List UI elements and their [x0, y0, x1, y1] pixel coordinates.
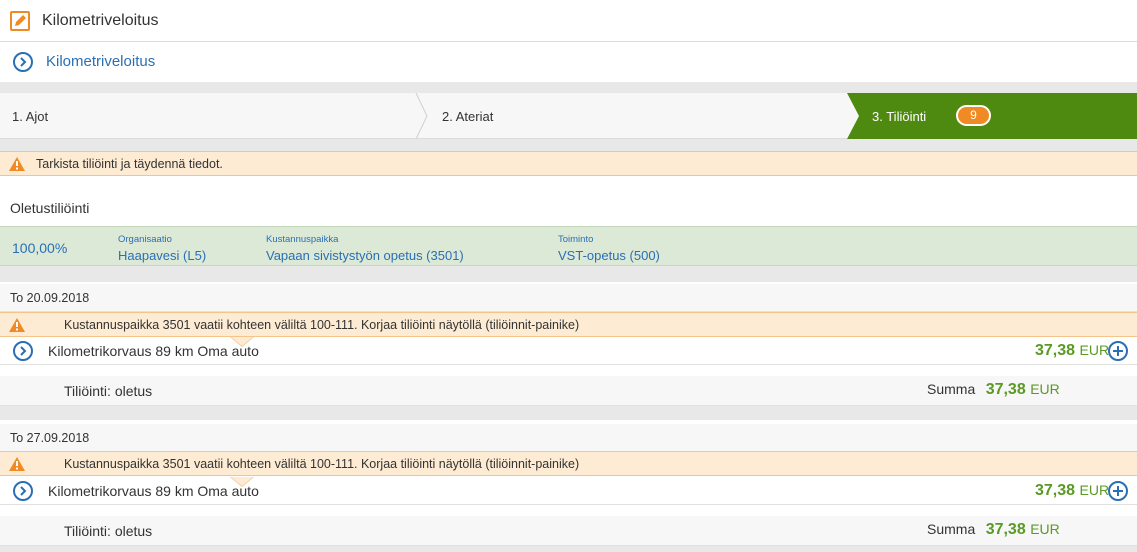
date-row: To 20.09.2018	[0, 284, 1137, 312]
field-value-kustannuspaikka: Vapaan sivistystyön opetus (3501)	[266, 248, 464, 263]
spacer	[0, 139, 1137, 151]
step-badge: 9	[956, 105, 991, 126]
sum-value: 37,38	[985, 521, 1026, 538]
step-separator	[415, 93, 428, 139]
posting-text: Tiliöinti: oletus	[64, 523, 153, 539]
field-value-organisaatio: Haapavesi (L5)	[118, 248, 207, 263]
posting-percent: 100,00%	[12, 240, 68, 256]
posting-text: Tiliöinti: oletus	[64, 383, 153, 399]
steps-spacer	[0, 82, 1137, 93]
posting-row: Tiliöinti: oletus Summa 37,38 EUR	[0, 376, 1137, 406]
entry-item-row[interactable]: Kilometrikorvaus 89 km Oma auto 37,38 EU…	[0, 337, 1137, 365]
entry-amount-value: 37,38	[1035, 342, 1076, 359]
field-value-toiminto: VST-opetus (500)	[558, 248, 660, 263]
entry-amount-currency: EUR	[1079, 342, 1110, 358]
add-posting-icon[interactable]	[1108, 481, 1128, 501]
sum-currency: EUR	[1030, 381, 1060, 397]
edit-icon	[10, 11, 30, 31]
entry-warning-text: Kustannuspaikka 3501 vaatii kohteen väli…	[64, 457, 580, 471]
sum-currency: EUR	[1030, 521, 1060, 537]
field-label-organisaatio: Organisaatio	[118, 234, 172, 245]
sub-link-row	[0, 42, 1137, 82]
warning-notch-fill	[231, 477, 253, 486]
chevron-right-circle-icon[interactable]	[13, 52, 33, 72]
step-ateriat[interactable]: 2. Ateriat	[442, 109, 493, 124]
entry-amount: 37,38 EUR	[1035, 342, 1109, 360]
entry-item-text: Kilometrikorvaus 89 km Oma auto	[48, 343, 259, 359]
section-title: Oletustiliöinti	[10, 200, 90, 216]
add-posting-icon[interactable]	[1108, 341, 1128, 361]
entry-amount-value: 37,38	[1035, 482, 1076, 499]
entry-warning: Kustannuspaikka 3501 vaatii kohteen väli…	[0, 451, 1137, 476]
sub-link[interactable]: Kilometriveloitus	[46, 53, 155, 70]
warning-icon	[9, 157, 25, 171]
field-label-kustannuspaikka: Kustannuspaikka	[266, 234, 339, 245]
step-ajot[interactable]: 1. Ajot	[12, 109, 48, 124]
field-label-toiminto: Toiminto	[558, 234, 594, 245]
sum-block: Summa 37,38 EUR	[927, 521, 1060, 539]
spacer	[0, 546, 1137, 552]
warning-text: Tarkista tiliöinti ja täydennä tiedot.	[36, 157, 223, 171]
warning-banner: Tarkista tiliöinti ja täydennä tiedot.	[0, 151, 1137, 176]
spacer	[0, 266, 1137, 282]
entry-amount: 37,38 EUR	[1035, 482, 1109, 500]
entry-warning-text: Kustannuspaikka 3501 vaatii kohteen väli…	[64, 318, 580, 332]
sum-label: Summa	[927, 521, 976, 537]
entry-date: To 20.09.2018	[10, 291, 90, 305]
sum-value: 37,38	[985, 381, 1026, 398]
spacer	[0, 406, 1137, 420]
entry-amount-currency: EUR	[1079, 482, 1110, 498]
warning-icon	[9, 318, 25, 332]
entry-item-row[interactable]: Kilometrikorvaus 89 km Oma auto 37,38 EU…	[0, 477, 1137, 505]
warning-notch-fill	[231, 337, 253, 346]
entry-item-text: Kilometrikorvaus 89 km Oma auto	[48, 483, 259, 499]
date-row: To 27.09.2018	[0, 424, 1137, 452]
posting-row: Tiliöinti: oletus Summa 37,38 EUR	[0, 516, 1137, 546]
entry-date: To 27.09.2018	[10, 431, 90, 445]
chevron-right-circle-icon[interactable]	[13, 481, 33, 501]
warning-icon	[9, 457, 25, 471]
page-title: Kilometriveloitus	[42, 12, 159, 29]
chevron-right-circle-icon[interactable]	[13, 341, 33, 361]
step-tiliointi[interactable]: 3. Tiliöinti	[872, 109, 926, 124]
sum-label: Summa	[927, 381, 976, 397]
sum-block: Summa 37,38 EUR	[927, 381, 1060, 399]
page-header	[0, 0, 1137, 42]
entry-warning: Kustannuspaikka 3501 vaatii kohteen väli…	[0, 312, 1137, 337]
